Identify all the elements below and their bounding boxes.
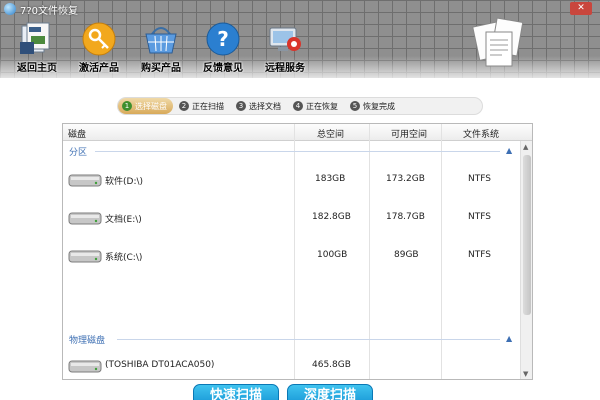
disk-list-panel: 磁盘 总空间 可用空间 文件系统 分区 ▲ 软件(D:\) 183GB 173.… bbox=[62, 123, 533, 380]
svg-text:?: ? bbox=[217, 27, 229, 51]
step-label: 选择文档 bbox=[249, 101, 281, 111]
toolbar-label: 远程服务 bbox=[265, 63, 305, 74]
group-header-partitions[interactable]: 分区 bbox=[69, 145, 87, 158]
toolbar-label: 返回主页 bbox=[17, 63, 57, 74]
disk-free: 178.7GB bbox=[386, 212, 425, 222]
group-header-physical-disks[interactable]: 物理磁盘 bbox=[69, 333, 105, 346]
disk-total: 465.8GB bbox=[312, 360, 351, 370]
step-2: 2 正在扫描 bbox=[175, 98, 230, 114]
remote-service-icon bbox=[269, 27, 301, 51]
step-3: 3 选择文档 bbox=[232, 98, 287, 114]
table-row[interactable]: 系统(C:\) 100GB 89GB NTFS bbox=[63, 244, 521, 268]
disk-filesystem: NTFS bbox=[468, 174, 491, 184]
table-row[interactable]: 文档(E:\) 182.8GB 178.7GB NTFS bbox=[63, 206, 521, 230]
disk-total: 100GB bbox=[317, 250, 348, 260]
key-icon bbox=[82, 22, 116, 56]
basket-icon bbox=[145, 27, 177, 54]
step-label: 恢复完成 bbox=[363, 101, 395, 111]
scrollbar-thumb[interactable] bbox=[523, 155, 531, 315]
toolbar-home-button[interactable]: 返回主页 bbox=[6, 20, 68, 74]
step-label: 正在恢复 bbox=[306, 101, 338, 111]
toolbar-label: 购买产品 bbox=[141, 63, 181, 74]
table-header: 磁盘 总空间 可用空间 文件系统 bbox=[63, 124, 532, 141]
documents-illustration-icon bbox=[472, 17, 524, 67]
app-logo-icon bbox=[4, 3, 16, 15]
step-label: 正在扫描 bbox=[192, 101, 224, 111]
scroll-up-icon[interactable]: ▲ bbox=[523, 143, 528, 151]
disk-total: 182.8GB bbox=[312, 212, 351, 222]
step-label: 选择磁盘 bbox=[135, 101, 167, 111]
toolbar-label: 激活产品 bbox=[79, 63, 119, 74]
toolbar-buy-button[interactable]: 购买产品 bbox=[130, 20, 192, 74]
group-divider bbox=[117, 339, 500, 340]
disk-free: 173.2GB bbox=[386, 174, 425, 184]
collapse-arrow-icon[interactable]: ▲ bbox=[506, 146, 512, 155]
step-number: 2 bbox=[179, 101, 189, 111]
table-row[interactable]: 软件(D:\) 183GB 173.2GB NTFS bbox=[63, 168, 521, 192]
disk-name: 软件(D:\) bbox=[105, 177, 144, 187]
disk-filesystem: NTFS bbox=[468, 212, 491, 222]
disk-total: 183GB bbox=[315, 174, 346, 184]
hard-drive-icon bbox=[68, 250, 102, 263]
step-number: 3 bbox=[236, 101, 246, 111]
collapse-arrow-icon[interactable]: ▲ bbox=[506, 334, 512, 343]
hard-drive-icon bbox=[68, 174, 102, 187]
window-title: 7?0文件恢复 bbox=[20, 5, 79, 17]
step-4: 4 正在恢复 bbox=[289, 98, 344, 114]
hard-drive-icon bbox=[68, 212, 102, 225]
deep-scan-button[interactable]: 深度扫描 bbox=[287, 384, 373, 400]
column-header-disk[interactable]: 磁盘 bbox=[68, 127, 86, 140]
column-header-total[interactable]: 总空间 bbox=[317, 127, 344, 140]
disk-name: 文档(E:\) bbox=[105, 215, 142, 225]
disk-name: 系统(C:\) bbox=[105, 253, 143, 263]
main-toolbar: 返回主页 激活产品 购买产品 ? 反馈意见 远程服务 bbox=[6, 20, 316, 74]
column-header-free[interactable]: 可用空间 bbox=[391, 127, 427, 140]
home-documents-icon bbox=[20, 22, 50, 54]
disk-free: 89GB bbox=[394, 250, 419, 260]
quick-scan-button[interactable]: 快速扫描 bbox=[193, 384, 279, 400]
toolbar-feedback-button[interactable]: ? 反馈意见 bbox=[192, 20, 254, 74]
hard-drive-icon bbox=[68, 360, 102, 373]
step-1: 1 选择磁盘 bbox=[118, 98, 173, 114]
step-indicator: 1 选择磁盘 2 正在扫描 3 选择文档 4 正在恢复 5 恢复完成 bbox=[117, 97, 483, 115]
toolbar-activate-button[interactable]: 激活产品 bbox=[68, 20, 130, 74]
step-number: 4 bbox=[293, 101, 303, 111]
group-divider bbox=[95, 151, 500, 152]
disk-filesystem: NTFS bbox=[468, 250, 491, 260]
disk-name: (TOSHIBA DT01ACA050) bbox=[105, 360, 215, 370]
header-banner: 7?0文件恢复 ✕ 返回主页 激活产品 购买产品 ? 反馈意见 远程服务 bbox=[0, 0, 600, 78]
step-number: 1 bbox=[122, 101, 132, 111]
help-icon: ? bbox=[206, 22, 240, 56]
step-5: 5 恢复完成 bbox=[346, 98, 401, 114]
vertical-scrollbar[interactable]: ▲ ▼ bbox=[520, 141, 532, 379]
scroll-down-icon[interactable]: ▼ bbox=[523, 370, 528, 378]
table-row[interactable]: (TOSHIBA DT01ACA050) 465.8GB bbox=[63, 354, 521, 378]
step-number: 5 bbox=[350, 101, 360, 111]
toolbar-remote-button[interactable]: 远程服务 bbox=[254, 20, 316, 74]
toolbar-label: 反馈意见 bbox=[203, 63, 243, 74]
column-header-filesystem[interactable]: 文件系统 bbox=[463, 127, 499, 140]
